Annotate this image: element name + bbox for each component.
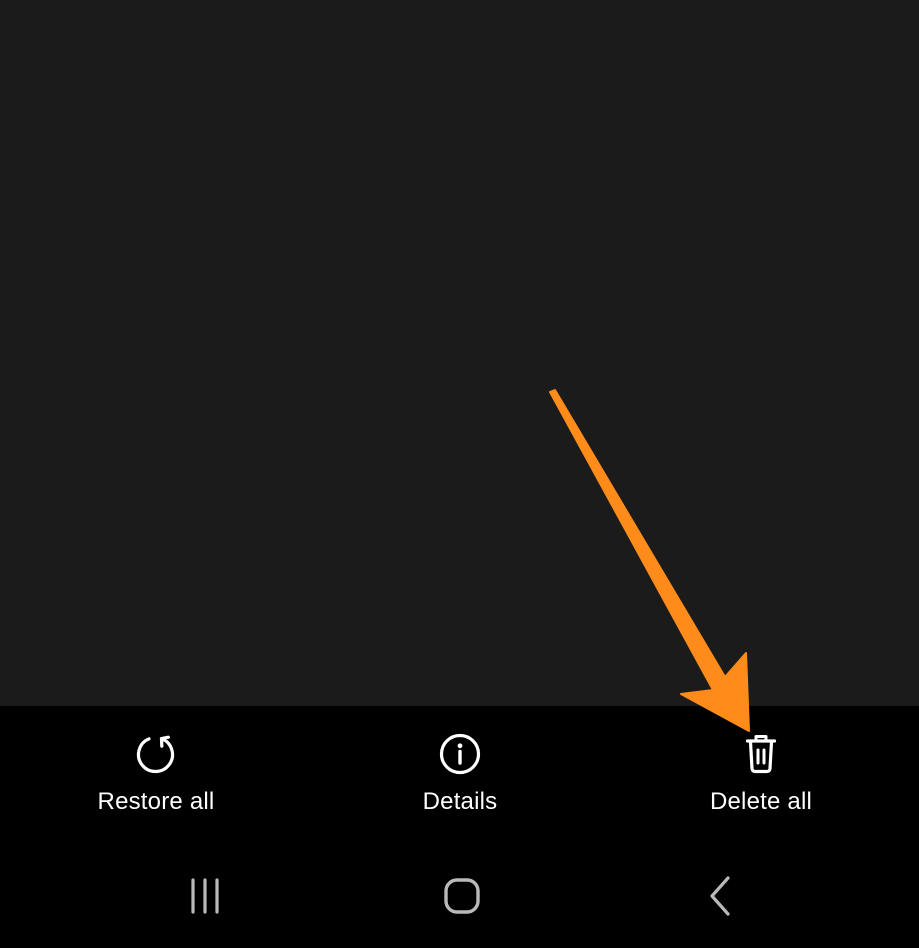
details-button[interactable]: Details <box>340 706 580 836</box>
info-icon <box>438 732 482 776</box>
restore-all-label: Restore all <box>97 788 215 815</box>
home-icon <box>442 876 482 921</box>
screen: Restore all Details Delete all <box>0 0 919 948</box>
bottom-action-bar: Restore all Details Delete all <box>0 706 919 846</box>
home-button[interactable] <box>422 868 502 928</box>
delete-all-button[interactable]: Delete all <box>641 706 881 836</box>
recent-apps-button[interactable] <box>165 868 245 928</box>
content-area <box>0 0 919 706</box>
restore-icon <box>134 732 178 776</box>
back-icon <box>701 875 741 921</box>
back-button[interactable] <box>681 868 761 928</box>
recent-apps-icon <box>185 876 225 921</box>
details-label: Details <box>422 788 498 815</box>
restore-all-button[interactable]: Restore all <box>36 706 276 836</box>
trash-icon <box>739 732 783 776</box>
navigation-bar <box>0 846 919 948</box>
delete-all-label: Delete all <box>709 788 813 815</box>
